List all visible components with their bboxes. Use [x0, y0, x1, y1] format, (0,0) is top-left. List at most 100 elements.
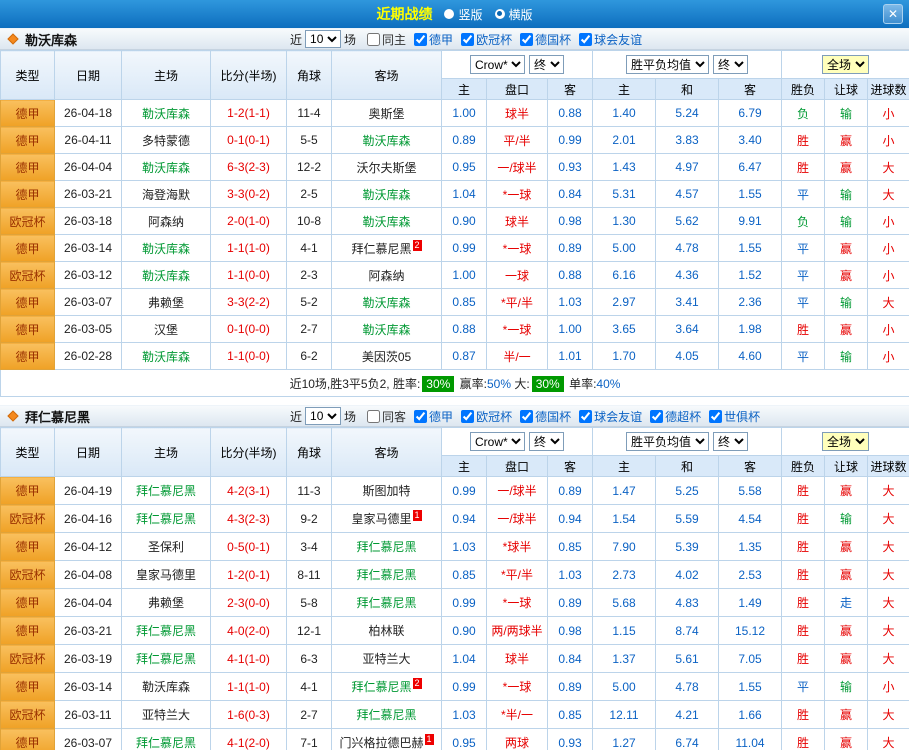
match-count-select[interactable]: 10 — [305, 407, 341, 425]
horizontal-layout-radio[interactable] — [495, 9, 505, 19]
score-halftime: 4-0(2-0) — [211, 617, 287, 645]
fullmatch-select[interactable]: 全场 — [822, 55, 869, 74]
league-filter-checkbox[interactable] — [650, 410, 663, 423]
league-filter[interactable]: 欧冠杯 — [461, 31, 512, 48]
avg-draw: 5.62 — [656, 208, 719, 235]
team-name: 拜仁慕尼黑 — [25, 407, 287, 426]
score-halftime: 1-2(0-1) — [211, 561, 287, 589]
league-filter-checkbox[interactable] — [414, 33, 427, 46]
match-row: 欧冠杯26-03-18阿森纳2-0(1-0)10-8勒沃库森0.90球半0.98… — [1, 208, 909, 235]
odds-away: 1.03 — [548, 289, 593, 316]
home-team: 勒沃库森 — [122, 235, 211, 262]
league-filter-checkbox[interactable] — [461, 33, 474, 46]
odds-away: 0.88 — [548, 262, 593, 289]
col-header-home: 主场 — [122, 51, 211, 100]
league-filter-checkbox[interactable] — [367, 33, 380, 46]
avg-away: 1.55 — [719, 673, 782, 701]
bookmaker-select[interactable]: Crow* — [470, 55, 525, 74]
result-goals: 大 — [868, 477, 909, 505]
league-filter[interactable]: 德甲 — [414, 31, 453, 48]
league-filter[interactable]: 欧冠杯 — [461, 408, 512, 425]
home-team: 海登海默 — [122, 181, 211, 208]
vertical-layout-label[interactable]: 竖版 — [458, 6, 482, 23]
avg-draw: 5.24 — [656, 100, 719, 127]
away-team: 门兴格拉德巴赫1 — [332, 729, 442, 750]
league-filter[interactable]: 德甲 — [414, 408, 453, 425]
result-outcome: 胜 — [782, 127, 825, 154]
avg-type-select[interactable]: 胜平负均值 — [626, 55, 709, 74]
odds-handicap: *平/半 — [487, 561, 548, 589]
result-goals: 小 — [868, 235, 909, 262]
league-filter-checkbox[interactable] — [461, 410, 474, 423]
close-icon[interactable]: ✕ — [883, 4, 903, 24]
result-handicap: 赢 — [825, 127, 868, 154]
league-filter[interactable]: 德超杯 — [650, 408, 701, 425]
odds-stage-select[interactable]: 终 — [529, 432, 564, 451]
away-team: 拜仁慕尼黑 — [332, 589, 442, 617]
away-team: 亚特兰大 — [332, 645, 442, 673]
result-goals: 小 — [868, 127, 909, 154]
league-filter[interactable]: 同客 — [367, 408, 406, 425]
corner-count: 12-2 — [287, 154, 332, 181]
col-header-corner: 角球 — [287, 428, 332, 477]
result-outcome: 胜 — [782, 645, 825, 673]
avg-draw: 3.41 — [656, 289, 719, 316]
bookmaker-select[interactable]: Crow* — [470, 432, 525, 451]
avg-home: 12.11 — [593, 701, 656, 729]
away-team: 拜仁慕尼黑2 — [332, 673, 442, 701]
score-halftime: 3-3(0-2) — [211, 181, 287, 208]
avg-draw: 5.25 — [656, 477, 719, 505]
fullmatch-select[interactable]: 全场 — [822, 432, 869, 451]
league-filter-checkbox[interactable] — [520, 33, 533, 46]
avg-home: 1.15 — [593, 617, 656, 645]
horizontal-layout-label[interactable]: 横版 — [509, 6, 533, 23]
summary-row: 近10场,胜3平5负2, 胜率:30% 赢率:50% 大:30% 单率:40% — [1, 370, 909, 397]
home-team: 皇家马德里 — [122, 561, 211, 589]
odds-away: 1.03 — [548, 561, 593, 589]
avg-type-select[interactable]: 胜平负均值 — [626, 432, 709, 451]
sections-container: 勒沃库森近10场同主德甲欧冠杯德国杯球会友谊类型日期主场比分(半场)角球客场Cr… — [0, 28, 909, 750]
odds-stage-select[interactable]: 终 — [529, 55, 564, 74]
avg-away: 6.47 — [719, 154, 782, 181]
vertical-layout-radio[interactable] — [444, 9, 454, 19]
match-date: 26-03-05 — [55, 316, 122, 343]
odds-away: 0.98 — [548, 617, 593, 645]
home-team: 亚特兰大 — [122, 701, 211, 729]
home-team: 勒沃库森 — [122, 262, 211, 289]
result-goals: 大 — [868, 589, 909, 617]
avg-stage-select[interactable]: 终 — [713, 432, 748, 451]
team-name: 勒沃库森 — [25, 30, 287, 49]
corner-count: 2-3 — [287, 262, 332, 289]
league-filter[interactable]: 德国杯 — [520, 408, 571, 425]
league-filter-checkbox[interactable] — [520, 410, 533, 423]
league-filter-label: 世俱杯 — [724, 408, 760, 425]
odds-away: 0.89 — [548, 589, 593, 617]
match-row: 德甲26-04-04勒沃库森6-3(2-3)12-2沃尔夫斯堡0.95一/球半0… — [1, 154, 909, 181]
league-filter[interactable]: 德国杯 — [520, 31, 571, 48]
league-filter-checkbox[interactable] — [579, 33, 592, 46]
league-filter-checkbox[interactable] — [579, 410, 592, 423]
odds-handicap: 两/两球半 — [487, 617, 548, 645]
corner-count: 7-1 — [287, 729, 332, 750]
league-type-cell: 德甲 — [1, 100, 55, 127]
league-type-cell: 德甲 — [1, 673, 55, 701]
league-filter[interactable]: 球会友谊 — [579, 31, 642, 48]
league-filter-checkbox[interactable] — [709, 410, 722, 423]
league-filter-checkbox[interactable] — [367, 410, 380, 423]
avg-stage-select[interactable]: 终 — [713, 55, 748, 74]
away-team: 美因茨05 — [332, 343, 442, 370]
league-filter[interactable]: 球会友谊 — [579, 408, 642, 425]
result-outcome: 平 — [782, 181, 825, 208]
home-team: 勒沃库森 — [122, 100, 211, 127]
avg-home: 5.31 — [593, 181, 656, 208]
match-count-select[interactable]: 10 — [305, 30, 341, 48]
league-filter[interactable]: 世俱杯 — [709, 408, 760, 425]
league-filter-checkbox[interactable] — [414, 410, 427, 423]
league-filter-label: 德国杯 — [535, 408, 571, 425]
result-handicap: 输 — [825, 100, 868, 127]
score-halftime: 1-1(0-0) — [211, 262, 287, 289]
league-filter[interactable]: 同主 — [367, 31, 406, 48]
odds-home: 1.03 — [442, 533, 487, 561]
odds-handicap: 球半 — [487, 208, 548, 235]
match-row: 德甲26-04-11多特蒙德0-1(0-1)5-5勒沃库森0.89平/半0.99… — [1, 127, 909, 154]
